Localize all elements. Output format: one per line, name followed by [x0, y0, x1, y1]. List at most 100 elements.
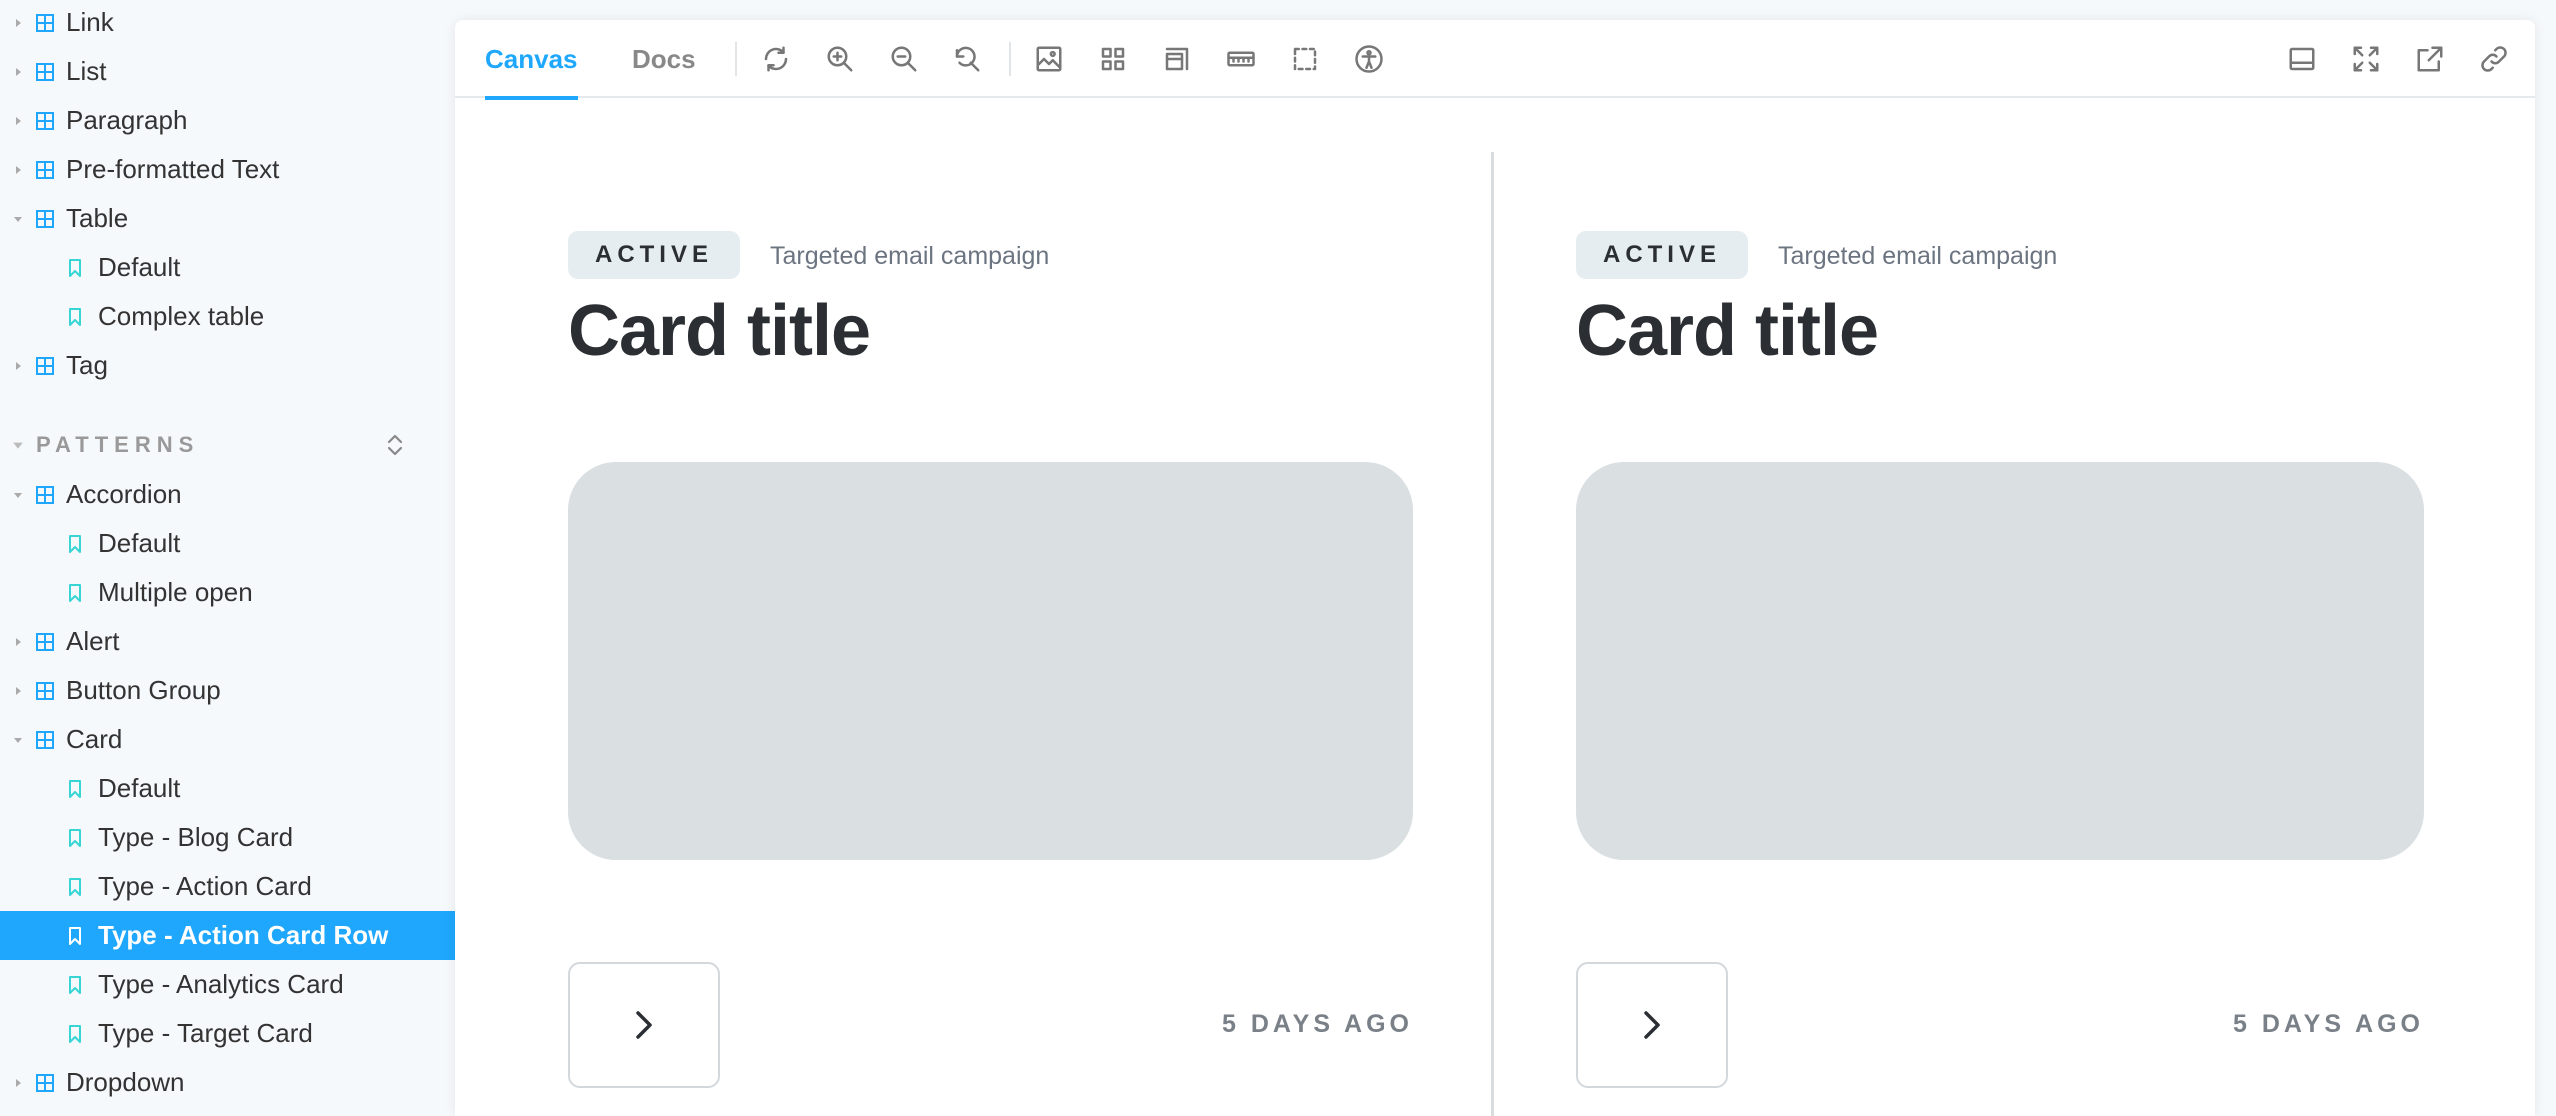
- grid-icon[interactable]: [1095, 41, 1131, 77]
- bookmark-icon: [69, 779, 81, 798]
- sidebar-item-button-group[interactable]: Button Group: [0, 666, 455, 715]
- sidebar-item-accordion[interactable]: Accordion: [0, 470, 455, 519]
- preview-panel: Canvas Docs ACTIVE Targeted email campai…: [455, 20, 2535, 1116]
- fullscreen-icon[interactable]: [2348, 41, 2384, 77]
- zoom-reset-icon[interactable]: [949, 41, 985, 77]
- panel-icon[interactable]: [2284, 41, 2320, 77]
- story-label: Type - Analytics Card: [98, 969, 344, 999]
- component-icon: [36, 209, 54, 228]
- action-card: ACTIVE Targeted email campaign Card titl…: [1576, 100, 2424, 1116]
- component-icon: [36, 356, 54, 375]
- chevron-down-icon: [12, 734, 24, 746]
- background-icon[interactable]: [1031, 41, 1067, 77]
- action-card: ACTIVE Targeted email campaign Card titl…: [568, 100, 1413, 1116]
- story-label: Type - Action Card: [98, 871, 312, 901]
- tab-docs[interactable]: Docs: [632, 20, 696, 98]
- card-subtitle: Targeted email campaign: [1778, 242, 2058, 270]
- sidebar-story-action-card[interactable]: Type - Action Card: [0, 862, 455, 911]
- outline-icon[interactable]: [1287, 41, 1323, 77]
- open-new-tab-icon[interactable]: [2412, 41, 2448, 77]
- story-canvas: ACTIVE Targeted email campaign Card titl…: [455, 100, 2535, 1116]
- component-icon: [36, 632, 54, 651]
- chevron-right-icon: [12, 685, 24, 697]
- bookmark-icon: [69, 975, 81, 994]
- section-header-patterns[interactable]: PATTERNS: [0, 421, 455, 469]
- toolbar-divider: [735, 42, 737, 76]
- sidebar-item-pre-formatted-text[interactable]: Pre-formatted Text: [0, 145, 455, 194]
- sidebar-story-complex-table[interactable]: Complex table: [0, 292, 455, 341]
- story-label: Type - Target Card: [98, 1018, 313, 1048]
- component-icon: [36, 62, 54, 81]
- copy-link-icon[interactable]: [2476, 41, 2512, 77]
- sidebar-item-label: Dropdown: [66, 1067, 185, 1097]
- sidebar-story-accordion-default[interactable]: Default: [0, 519, 455, 568]
- zoom-in-icon[interactable]: [822, 41, 858, 77]
- component-icon: [36, 1073, 54, 1092]
- component-icon: [36, 111, 54, 130]
- sidebar-item-alert[interactable]: Alert: [0, 617, 455, 666]
- component-icon: [36, 160, 54, 179]
- sidebar-item-card[interactable]: Card: [0, 715, 455, 764]
- sidebar-item-link[interactable]: Link: [0, 0, 455, 47]
- card-title: Card title: [1576, 291, 1879, 371]
- chevron-right-icon: [12, 1077, 24, 1089]
- chevron-down-icon: [12, 489, 24, 501]
- reload-icon[interactable]: [758, 41, 794, 77]
- bookmark-icon: [69, 877, 81, 896]
- sidebar-story-action-card-row[interactable]: Type - Action Card Row: [0, 911, 455, 960]
- chevron-right-icon: [1644, 1011, 1660, 1039]
- status-badge: ACTIVE: [568, 231, 740, 279]
- component-icon: [36, 681, 54, 700]
- card-timestamp: 5 DAYS AGO: [1222, 1010, 1413, 1038]
- tab-canvas[interactable]: Canvas: [485, 20, 578, 100]
- card-action-button[interactable]: [568, 962, 720, 1088]
- card-action-button[interactable]: [1576, 962, 1728, 1088]
- sidebar-item-label: Pre-formatted Text: [66, 154, 280, 184]
- story-label: Type - Action Card Row: [98, 920, 389, 950]
- sidebar-item-label: Table: [66, 203, 129, 233]
- measure-icon[interactable]: [1223, 41, 1259, 77]
- accessibility-icon[interactable]: [1351, 41, 1387, 77]
- bookmark-icon: [69, 1024, 81, 1043]
- bookmark-icon: [69, 926, 81, 945]
- zoom-out-icon[interactable]: [886, 41, 922, 77]
- chevron-right-icon: [12, 66, 24, 78]
- sidebar-story-multiple-open[interactable]: Multiple open: [0, 568, 455, 617]
- sidebar-item-table[interactable]: Table: [0, 194, 455, 243]
- sidebar-story-table-default[interactable]: Default: [0, 243, 455, 292]
- sidebar-item-label: List: [66, 56, 107, 86]
- sidebar-item-label: Card: [66, 724, 123, 754]
- sidebar-story-analytics-card[interactable]: Type - Analytics Card: [0, 960, 455, 1009]
- story-label: Default: [98, 528, 181, 558]
- status-badge: ACTIVE: [1576, 231, 1748, 279]
- sidebar-item-label: Link: [66, 7, 114, 37]
- sidebar-item-label: Button Group: [66, 675, 221, 705]
- card-timestamp: 5 DAYS AGO: [2233, 1010, 2424, 1038]
- sidebar-story-target-card[interactable]: Type - Target Card: [0, 1009, 455, 1058]
- story-label: Default: [98, 773, 181, 803]
- sidebar-item-tag[interactable]: Tag: [0, 341, 455, 390]
- story-label: Complex table: [98, 301, 265, 331]
- bookmark-icon: [69, 307, 81, 326]
- sidebar-item-list[interactable]: List: [0, 47, 455, 96]
- card-image-placeholder: [568, 462, 1413, 860]
- bookmark-icon: [69, 258, 81, 277]
- component-icon: [36, 730, 54, 749]
- viewport-icon[interactable]: [1159, 41, 1195, 77]
- story-label: Default: [98, 252, 181, 282]
- chevron-right-icon: [12, 164, 24, 176]
- sidebar-item-paragraph[interactable]: Paragraph: [0, 96, 455, 145]
- chevron-right-icon: [12, 636, 24, 648]
- story-label: Multiple open: [98, 577, 253, 607]
- chevron-right-icon: [12, 115, 24, 127]
- sidebar-item-label: Paragraph: [66, 105, 188, 135]
- expand-collapse-icon[interactable]: [384, 432, 406, 458]
- sidebar-story-card-default[interactable]: Default: [0, 764, 455, 813]
- component-icon: [36, 13, 54, 32]
- bookmark-icon: [69, 534, 81, 553]
- sidebar-item-dropdown[interactable]: Dropdown: [0, 1058, 455, 1107]
- card-divider: [1491, 152, 1494, 1116]
- component-icon: [36, 485, 54, 504]
- toolbar-divider: [1009, 42, 1011, 76]
- sidebar-story-blog-card[interactable]: Type - Blog Card: [0, 813, 455, 862]
